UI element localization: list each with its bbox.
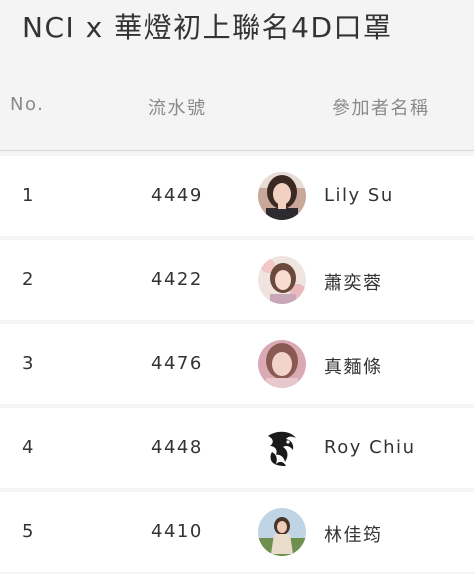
participant-name: 蕭奕蓉 — [324, 273, 383, 294]
avatar — [258, 172, 306, 220]
participant-list-page: NCI x 華燈初上聯名4D口罩 No. 流水號 參加者名稱 1 4449 Li… — [0, 0, 474, 574]
column-header-serial: 流水號 — [148, 98, 207, 119]
dragon-logo-icon — [258, 424, 306, 472]
row-number: 1 — [22, 185, 34, 206]
row-number: 4 — [22, 437, 34, 458]
row-number: 5 — [22, 521, 34, 542]
row-number: 3 — [22, 353, 34, 374]
table-row: 2 4422 蕭奕蓉 — [0, 240, 474, 320]
serial-number: 4476 — [151, 353, 203, 374]
participant-name: Roy Chiu — [324, 437, 416, 458]
table-header: No. 流水號 參加者名稱 — [0, 68, 474, 151]
column-header-name: 參加者名稱 — [332, 98, 430, 119]
serial-number: 4410 — [151, 521, 203, 542]
serial-number: 4422 — [151, 269, 203, 290]
serial-number: 4448 — [151, 437, 203, 458]
participant-name: Lily Su — [324, 185, 394, 206]
avatar — [258, 508, 306, 556]
participant-name: 林佳筠 — [324, 525, 383, 546]
table-row: 1 4449 Lily Su — [0, 156, 474, 236]
avatar — [258, 256, 306, 304]
table-row: 4 4448 Roy Chiu — [0, 408, 474, 488]
participant-name: 真麵條 — [324, 357, 383, 378]
serial-number: 4449 — [151, 185, 203, 206]
participant-table: 1 4449 Lily Su 2 4422 蕭奕蓉 3 4476 真麵條 4 4… — [0, 156, 474, 574]
table-row: 3 4476 真麵條 — [0, 324, 474, 404]
table-row: 5 4410 林佳筠 — [0, 492, 474, 572]
avatar — [258, 340, 306, 388]
page-title: NCI x 華燈初上聯名4D口罩 — [22, 11, 393, 44]
row-number: 2 — [22, 269, 34, 290]
column-header-no: No. — [10, 94, 45, 115]
